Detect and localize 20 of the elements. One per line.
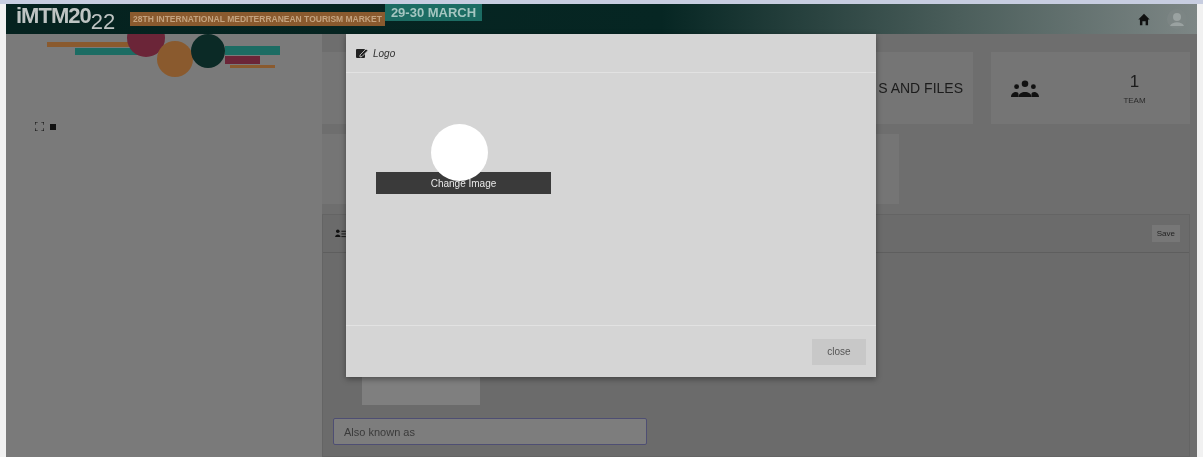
person-list-icon xyxy=(335,229,346,238)
logo-text: 22 xyxy=(90,9,116,35)
expand-icon[interactable] xyxy=(35,122,44,131)
dialog-title: Logo xyxy=(373,47,396,59)
team-count: 1 xyxy=(1129,71,1140,92)
card-label: S AND FILES xyxy=(878,80,963,96)
edit-icon xyxy=(356,48,368,58)
group-icon xyxy=(1011,79,1039,97)
square-icon[interactable] xyxy=(50,123,56,130)
logo-text: iMTM20 xyxy=(16,3,91,28)
team-card[interactable]: 1 TEAM xyxy=(991,52,1190,124)
save-button[interactable]: Save xyxy=(1151,225,1180,242)
home-icon[interactable] xyxy=(1137,12,1151,26)
event-dates: 29-30 MARCH xyxy=(384,4,483,21)
close-button[interactable]: close xyxy=(812,338,866,365)
alias-input-field[interactable]: Also known as xyxy=(333,418,647,445)
event-banner: 28TH INTERNATIONAL MEDITERRANEAN TOURISM MARKET xyxy=(130,12,385,26)
team-label: TEAM xyxy=(1123,95,1146,105)
change-image-button[interactable]: Change Image xyxy=(376,172,551,194)
logo-placeholder xyxy=(431,124,488,181)
